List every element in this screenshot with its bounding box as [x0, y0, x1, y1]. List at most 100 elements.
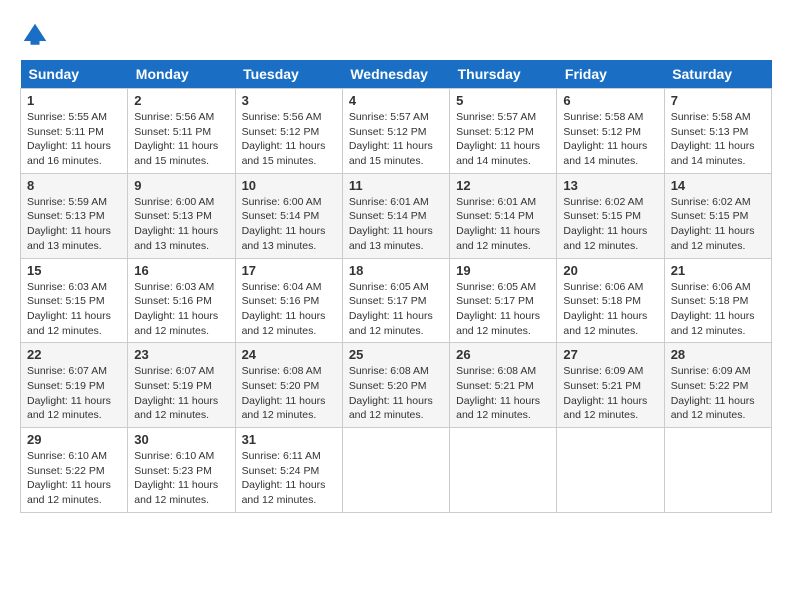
- calendar-day-9: 9 Sunrise: 6:00 AM Sunset: 5:13 PM Dayli…: [128, 173, 235, 258]
- calendar-header-wednesday: Wednesday: [342, 60, 449, 89]
- calendar-day-16: 16 Sunrise: 6:03 AM Sunset: 5:16 PM Dayl…: [128, 258, 235, 343]
- calendar-header-saturday: Saturday: [664, 60, 771, 89]
- calendar-day-23: 23 Sunrise: 6:07 AM Sunset: 5:19 PM Dayl…: [128, 343, 235, 428]
- calendar-day-14: 14 Sunrise: 6:02 AM Sunset: 5:15 PM Dayl…: [664, 173, 771, 258]
- calendar-day-11: 11 Sunrise: 6:01 AM Sunset: 5:14 PM Dayl…: [342, 173, 449, 258]
- day-number: 26: [456, 347, 550, 362]
- day-info: Sunrise: 5:58 AM Sunset: 5:13 PM Dayligh…: [671, 110, 765, 169]
- calendar-day-3: 3 Sunrise: 5:56 AM Sunset: 5:12 PM Dayli…: [235, 89, 342, 174]
- calendar-day-20: 20 Sunrise: 6:06 AM Sunset: 5:18 PM Dayl…: [557, 258, 664, 343]
- day-info: Sunrise: 5:56 AM Sunset: 5:11 PM Dayligh…: [134, 110, 228, 169]
- calendar-day-31: 31 Sunrise: 6:11 AM Sunset: 5:24 PM Dayl…: [235, 428, 342, 513]
- calendar-week-3: 15 Sunrise: 6:03 AM Sunset: 5:15 PM Dayl…: [21, 258, 772, 343]
- day-number: 13: [563, 178, 657, 193]
- day-number: 3: [242, 93, 336, 108]
- calendar-day-30: 30 Sunrise: 6:10 AM Sunset: 5:23 PM Dayl…: [128, 428, 235, 513]
- day-number: 30: [134, 432, 228, 447]
- calendar-day-17: 17 Sunrise: 6:04 AM Sunset: 5:16 PM Dayl…: [235, 258, 342, 343]
- calendar-day-15: 15 Sunrise: 6:03 AM Sunset: 5:15 PM Dayl…: [21, 258, 128, 343]
- calendar-day-25: 25 Sunrise: 6:08 AM Sunset: 5:20 PM Dayl…: [342, 343, 449, 428]
- day-info: Sunrise: 6:10 AM Sunset: 5:22 PM Dayligh…: [27, 449, 121, 508]
- day-number: 14: [671, 178, 765, 193]
- calendar-day-6: 6 Sunrise: 5:58 AM Sunset: 5:12 PM Dayli…: [557, 89, 664, 174]
- day-info: Sunrise: 6:05 AM Sunset: 5:17 PM Dayligh…: [456, 280, 550, 339]
- day-number: 29: [27, 432, 121, 447]
- day-info: Sunrise: 6:11 AM Sunset: 5:24 PM Dayligh…: [242, 449, 336, 508]
- calendar-week-1: 1 Sunrise: 5:55 AM Sunset: 5:11 PM Dayli…: [21, 89, 772, 174]
- day-info: Sunrise: 5:55 AM Sunset: 5:11 PM Dayligh…: [27, 110, 121, 169]
- day-number: 11: [349, 178, 443, 193]
- calendar-week-4: 22 Sunrise: 6:07 AM Sunset: 5:19 PM Dayl…: [21, 343, 772, 428]
- day-number: 1: [27, 93, 121, 108]
- day-info: Sunrise: 6:08 AM Sunset: 5:20 PM Dayligh…: [242, 364, 336, 423]
- day-info: Sunrise: 5:57 AM Sunset: 5:12 PM Dayligh…: [349, 110, 443, 169]
- calendar-day-4: 4 Sunrise: 5:57 AM Sunset: 5:12 PM Dayli…: [342, 89, 449, 174]
- day-number: 4: [349, 93, 443, 108]
- calendar-week-5: 29 Sunrise: 6:10 AM Sunset: 5:22 PM Dayl…: [21, 428, 772, 513]
- day-info: Sunrise: 6:09 AM Sunset: 5:22 PM Dayligh…: [671, 364, 765, 423]
- calendar: SundayMondayTuesdayWednesdayThursdayFrid…: [20, 60, 772, 513]
- day-number: 21: [671, 263, 765, 278]
- calendar-day-26: 26 Sunrise: 6:08 AM Sunset: 5:21 PM Dayl…: [450, 343, 557, 428]
- day-info: Sunrise: 5:58 AM Sunset: 5:12 PM Dayligh…: [563, 110, 657, 169]
- day-info: Sunrise: 6:00 AM Sunset: 5:14 PM Dayligh…: [242, 195, 336, 254]
- day-number: 22: [27, 347, 121, 362]
- day-info: Sunrise: 6:06 AM Sunset: 5:18 PM Dayligh…: [671, 280, 765, 339]
- calendar-day-19: 19 Sunrise: 6:05 AM Sunset: 5:17 PM Dayl…: [450, 258, 557, 343]
- day-info: Sunrise: 6:08 AM Sunset: 5:20 PM Dayligh…: [349, 364, 443, 423]
- day-number: 10: [242, 178, 336, 193]
- day-info: Sunrise: 6:01 AM Sunset: 5:14 PM Dayligh…: [349, 195, 443, 254]
- day-number: 9: [134, 178, 228, 193]
- day-info: Sunrise: 6:02 AM Sunset: 5:15 PM Dayligh…: [563, 195, 657, 254]
- calendar-day-29: 29 Sunrise: 6:10 AM Sunset: 5:22 PM Dayl…: [21, 428, 128, 513]
- day-number: 19: [456, 263, 550, 278]
- day-number: 5: [456, 93, 550, 108]
- day-info: Sunrise: 6:04 AM Sunset: 5:16 PM Dayligh…: [242, 280, 336, 339]
- day-number: 24: [242, 347, 336, 362]
- day-number: 15: [27, 263, 121, 278]
- calendar-day-22: 22 Sunrise: 6:07 AM Sunset: 5:19 PM Dayl…: [21, 343, 128, 428]
- day-info: Sunrise: 6:03 AM Sunset: 5:15 PM Dayligh…: [27, 280, 121, 339]
- day-number: 18: [349, 263, 443, 278]
- day-info: Sunrise: 6:08 AM Sunset: 5:21 PM Dayligh…: [456, 364, 550, 423]
- calendar-day-27: 27 Sunrise: 6:09 AM Sunset: 5:21 PM Dayl…: [557, 343, 664, 428]
- day-number: 16: [134, 263, 228, 278]
- calendar-day-8: 8 Sunrise: 5:59 AM Sunset: 5:13 PM Dayli…: [21, 173, 128, 258]
- calendar-day-1: 1 Sunrise: 5:55 AM Sunset: 5:11 PM Dayli…: [21, 89, 128, 174]
- calendar-day-10: 10 Sunrise: 6:00 AM Sunset: 5:14 PM Dayl…: [235, 173, 342, 258]
- calendar-header-thursday: Thursday: [450, 60, 557, 89]
- day-number: 31: [242, 432, 336, 447]
- day-info: Sunrise: 6:01 AM Sunset: 5:14 PM Dayligh…: [456, 195, 550, 254]
- calendar-header-row: SundayMondayTuesdayWednesdayThursdayFrid…: [21, 60, 772, 89]
- calendar-header-sunday: Sunday: [21, 60, 128, 89]
- day-info: Sunrise: 6:00 AM Sunset: 5:13 PM Dayligh…: [134, 195, 228, 254]
- day-number: 28: [671, 347, 765, 362]
- day-number: 2: [134, 93, 228, 108]
- calendar-day-21: 21 Sunrise: 6:06 AM Sunset: 5:18 PM Dayl…: [664, 258, 771, 343]
- calendar-header-friday: Friday: [557, 60, 664, 89]
- day-number: 27: [563, 347, 657, 362]
- calendar-day-28: 28 Sunrise: 6:09 AM Sunset: 5:22 PM Dayl…: [664, 343, 771, 428]
- day-number: 23: [134, 347, 228, 362]
- calendar-day-2: 2 Sunrise: 5:56 AM Sunset: 5:11 PM Dayli…: [128, 89, 235, 174]
- page-header: [20, 20, 772, 50]
- calendar-header-monday: Monday: [128, 60, 235, 89]
- calendar-day-12: 12 Sunrise: 6:01 AM Sunset: 5:14 PM Dayl…: [450, 173, 557, 258]
- logo-icon: [20, 20, 50, 50]
- calendar-day-5: 5 Sunrise: 5:57 AM Sunset: 5:12 PM Dayli…: [450, 89, 557, 174]
- day-number: 7: [671, 93, 765, 108]
- day-info: Sunrise: 6:10 AM Sunset: 5:23 PM Dayligh…: [134, 449, 228, 508]
- calendar-day-18: 18 Sunrise: 6:05 AM Sunset: 5:17 PM Dayl…: [342, 258, 449, 343]
- day-info: Sunrise: 5:56 AM Sunset: 5:12 PM Dayligh…: [242, 110, 336, 169]
- day-info: Sunrise: 6:02 AM Sunset: 5:15 PM Dayligh…: [671, 195, 765, 254]
- day-info: Sunrise: 6:03 AM Sunset: 5:16 PM Dayligh…: [134, 280, 228, 339]
- day-info: Sunrise: 6:05 AM Sunset: 5:17 PM Dayligh…: [349, 280, 443, 339]
- day-number: 20: [563, 263, 657, 278]
- day-info: Sunrise: 6:09 AM Sunset: 5:21 PM Dayligh…: [563, 364, 657, 423]
- day-info: Sunrise: 5:57 AM Sunset: 5:12 PM Dayligh…: [456, 110, 550, 169]
- day-number: 17: [242, 263, 336, 278]
- empty-cell: [664, 428, 771, 513]
- calendar-day-24: 24 Sunrise: 6:08 AM Sunset: 5:20 PM Dayl…: [235, 343, 342, 428]
- day-info: Sunrise: 5:59 AM Sunset: 5:13 PM Dayligh…: [27, 195, 121, 254]
- calendar-week-2: 8 Sunrise: 5:59 AM Sunset: 5:13 PM Dayli…: [21, 173, 772, 258]
